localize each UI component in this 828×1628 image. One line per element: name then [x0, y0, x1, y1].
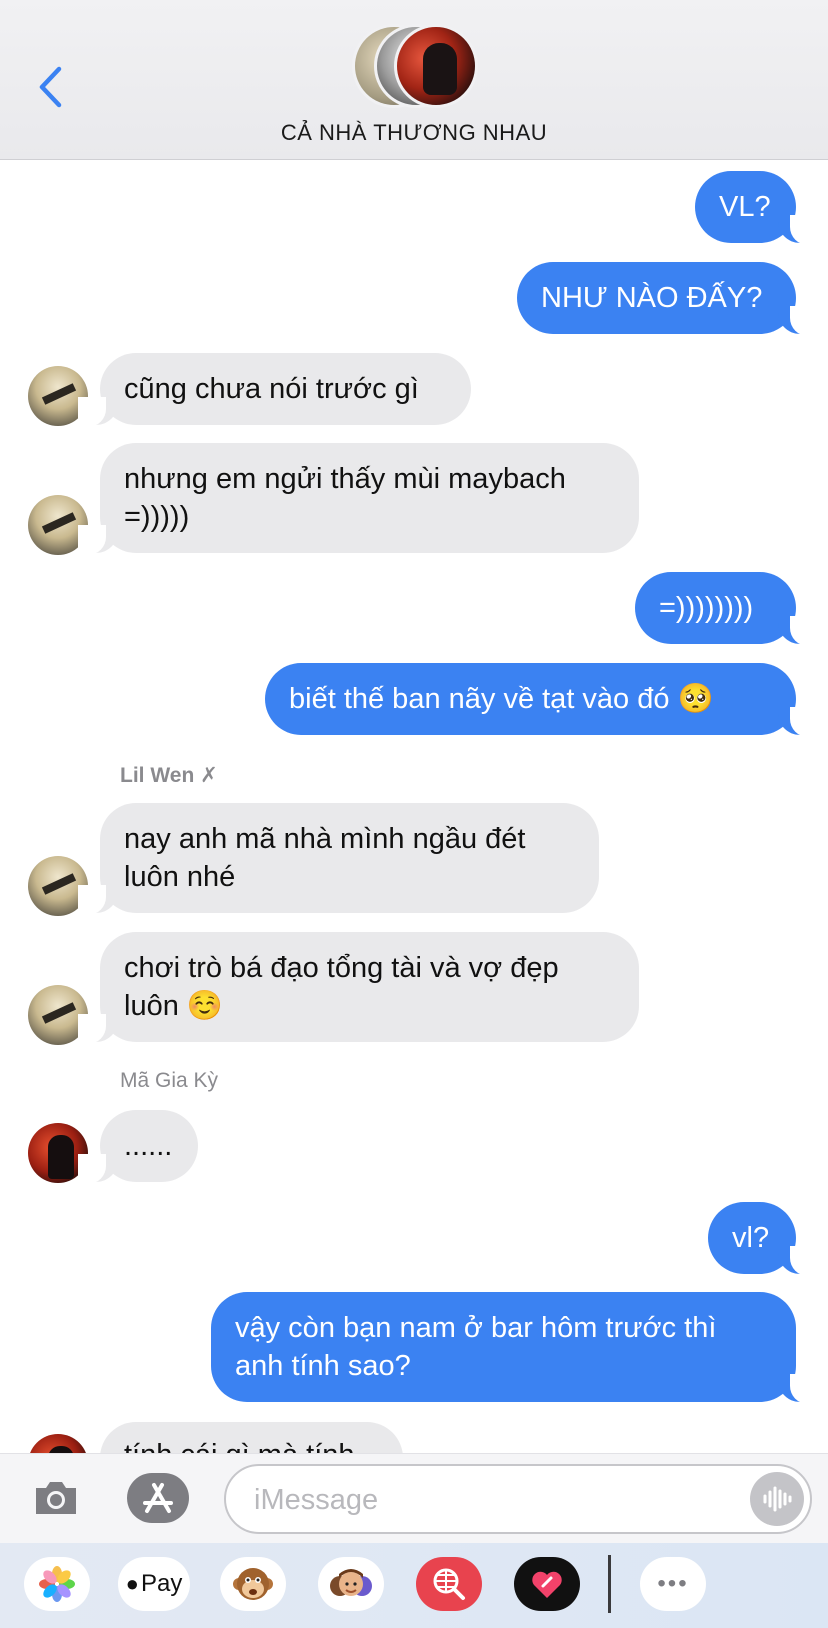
message-bubble-outgoing[interactable]: biết thế ban nãy về tạt vào đó 🥺 — [265, 663, 796, 735]
bubble-tail — [78, 885, 118, 915]
message-bubble-outgoing[interactable]: =)))))))) — [635, 572, 796, 644]
bubble-tail — [78, 1014, 118, 1044]
message-text: cũng chưa nói trước gì — [124, 373, 419, 405]
bubble-tail — [778, 1246, 818, 1276]
memoji-icon — [330, 1569, 372, 1596]
message-bubble-incoming[interactable]: nay anh mã nhà mình ngầu đét luôn nhé — [100, 803, 599, 913]
audio-message-button[interactable] — [750, 1472, 804, 1526]
heart-touch-icon — [532, 1571, 562, 1598]
monkey-icon — [233, 1568, 273, 1600]
message-input-field[interactable] — [224, 1464, 812, 1534]
bubble-tail — [778, 707, 818, 737]
compose-bar — [0, 1453, 828, 1543]
search-images-button[interactable] — [416, 1557, 482, 1611]
photos-icon — [39, 1566, 75, 1602]
photos-app-button[interactable] — [24, 1557, 90, 1611]
animoji-button[interactable] — [220, 1557, 286, 1611]
camera-button[interactable] — [30, 1472, 82, 1524]
sender-name: Mã Gia Kỳ — [120, 1069, 219, 1092]
bubble-tail — [78, 525, 118, 555]
message-text: biết thế ban nãy về tạt vào đó 🥺 — [289, 683, 714, 715]
message-bubble-outgoing[interactable]: NHƯ NÀO ĐẤY? — [517, 262, 796, 334]
message-list[interactable]: VL? NHƯ NÀO ĐẤY? cũng chưa nói trước gì … — [0, 161, 828, 1453]
group-name[interactable]: CẢ NHÀ THƯƠNG NHAU — [0, 120, 828, 146]
message-bubble-incoming[interactable]: chơi trò bá đạo tổng tài và vợ đẹp luôn … — [100, 932, 639, 1042]
message-text-line: chơi trò bá đạo tổng tài và vợ đẹp — [124, 952, 559, 984]
message-text-line: vậy còn bạn nam ở bar hôm trước thì — [235, 1312, 717, 1344]
apps-button[interactable] — [127, 1473, 189, 1523]
app-drawer-divider — [608, 1555, 611, 1613]
sender-name: Lil Wen ✗ — [120, 764, 218, 787]
message-text: =)))))))) — [659, 592, 754, 624]
message-text-line: luôn ☺️ — [124, 990, 223, 1022]
group-avatars[interactable] — [352, 24, 478, 108]
more-icon: ••• — [657, 1570, 689, 1597]
message-text-line: luôn nhé — [124, 861, 236, 893]
globe-search-icon — [433, 1568, 465, 1600]
message-text: vl? — [732, 1222, 770, 1254]
bubble-tail — [778, 616, 818, 646]
message-text: VL? — [719, 191, 771, 223]
message-bubble-outgoing[interactable]: vậy còn bạn nam ở bar hôm trước thì anh … — [211, 1292, 796, 1402]
member-avatar — [394, 24, 478, 108]
app-store-icon — [143, 1483, 173, 1513]
bubble-tail — [778, 306, 818, 336]
apple-pay-button[interactable]: ● Pay — [118, 1557, 190, 1611]
more-apps-button[interactable]: ••• — [640, 1557, 706, 1611]
bubble-tail — [78, 1154, 118, 1184]
audio-waveform-icon — [763, 1486, 792, 1512]
apple-logo-icon: ● — [125, 1571, 139, 1596]
message-text-line: =))))) — [124, 501, 190, 533]
camera-icon — [36, 1482, 76, 1514]
back-button[interactable] — [30, 62, 70, 112]
avatar[interactable] — [28, 1434, 88, 1453]
conversation-header: CẢ NHÀ THƯƠNG NHAU — [0, 0, 828, 160]
bubble-tail — [78, 397, 118, 427]
message-text-line: nay anh mã nhà mình ngầu đét — [124, 823, 526, 855]
message-bubble-incoming[interactable]: nhưng em ngửi thấy mùi maybach =))))) — [100, 443, 639, 553]
chevron-left-icon — [39, 66, 62, 108]
message-text-line: anh tính sao? — [235, 1350, 411, 1382]
digital-touch-button[interactable] — [514, 1557, 580, 1611]
message-bubble-incoming[interactable]: cũng chưa nói trước gì — [100, 353, 471, 425]
memoji-button[interactable] — [318, 1557, 384, 1611]
message-text: tính cái gì mà tính — [124, 1436, 355, 1453]
pay-label: Pay — [140, 1570, 183, 1597]
message-input[interactable] — [254, 1480, 724, 1520]
app-drawer: ● Pay ••• — [0, 1543, 828, 1628]
message-text: NHƯ NÀO ĐẤY? — [541, 282, 763, 314]
bubble-tail — [778, 1374, 818, 1404]
message-text: ...... — [124, 1130, 173, 1162]
bubble-tail — [778, 215, 818, 245]
message-text-line: nhưng em ngửi thấy mùi maybach — [124, 463, 566, 495]
message-bubble-incoming[interactable]: tính cái gì mà tính — [100, 1422, 403, 1453]
